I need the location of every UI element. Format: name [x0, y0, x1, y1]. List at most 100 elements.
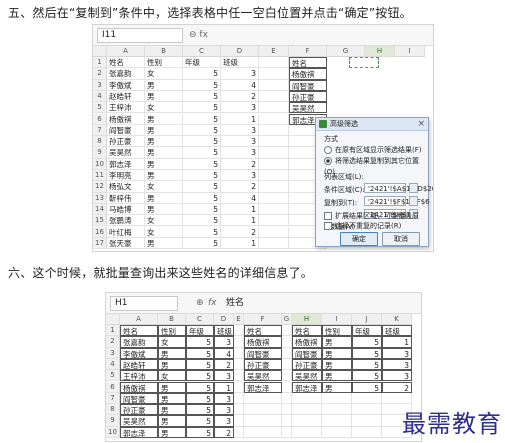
table-cell[interactable]: 性别 — [158, 325, 186, 337]
table-cell[interactable]: 5 — [352, 370, 382, 382]
table-cell[interactable] — [282, 381, 292, 393]
table-cell[interactable]: 杨傲祺 — [244, 336, 282, 348]
table-cell[interactable]: 男 — [145, 147, 183, 159]
column-header-F[interactable]: F — [244, 314, 282, 325]
table-cell[interactable]: 吴昊然 — [107, 147, 145, 159]
table-cell[interactable] — [259, 147, 289, 159]
table-cell[interactable]: 5 — [186, 392, 214, 405]
table-cell[interactable]: 1 — [221, 237, 259, 250]
column-header-K[interactable]: K — [382, 314, 412, 325]
table-cell[interactable] — [234, 381, 244, 393]
table-cell[interactable] — [234, 404, 244, 416]
table-cell[interactable]: 2 — [214, 358, 234, 371]
table-cell[interactable]: 孙正豪 — [107, 136, 145, 148]
row-header[interactable]: 3 — [93, 79, 107, 91]
table-cell[interactable]: 班级 — [221, 57, 259, 69]
row-header[interactable]: 5 — [93, 102, 107, 114]
table-cell[interactable]: 男 — [145, 158, 183, 170]
table-cell[interactable] — [352, 415, 382, 427]
table-cell[interactable]: 吴昊然 — [244, 370, 282, 382]
row-header[interactable]: 6 — [93, 113, 107, 125]
table-cell[interactable]: 3 — [214, 415, 234, 427]
table-cell[interactable]: 靳梓伟 — [107, 192, 145, 204]
table-cell[interactable]: 5 — [183, 226, 221, 238]
table-cell[interactable]: 5 — [186, 404, 214, 416]
table-cell[interactable]: 1 — [221, 215, 259, 227]
table-cell[interactable]: 孙正豪 — [120, 404, 158, 416]
table-cell[interactable]: 3 — [382, 370, 412, 382]
name-box[interactable]: H1 — [110, 296, 178, 311]
table-cell[interactable] — [352, 426, 382, 438]
row-header[interactable]: 16 — [93, 226, 107, 238]
table-cell[interactable]: 男 — [322, 370, 352, 382]
select-all-corner[interactable] — [106, 314, 120, 325]
table-cell[interactable]: 吴昊然 — [292, 370, 322, 382]
radio-in-place[interactable] — [324, 146, 332, 154]
table-cell[interactable] — [234, 347, 244, 359]
table-cell[interactable]: 5 — [186, 358, 214, 371]
table-cell[interactable]: 3 — [214, 392, 234, 405]
table-cell[interactable]: 女 — [145, 68, 183, 80]
table-cell[interactable] — [282, 325, 292, 337]
table-cell[interactable] — [234, 415, 244, 427]
formula-input[interactable]: 姓名 — [226, 296, 244, 310]
table-cell[interactable]: 男 — [322, 336, 352, 348]
table-cell[interactable] — [259, 68, 289, 80]
table-cell[interactable] — [322, 415, 352, 427]
table-cell[interactable] — [282, 358, 292, 371]
table-cell[interactable]: 男 — [145, 124, 183, 137]
table-cell[interactable]: 阎智豪 — [107, 124, 145, 137]
row-header[interactable]: 2 — [93, 68, 107, 80]
table-cell[interactable]: 5 — [352, 336, 382, 348]
table-cell[interactable]: 5 — [186, 381, 214, 393]
table-cell[interactable]: 郭志泽 — [120, 426, 158, 438]
table-cell[interactable]: 郭志泽 — [107, 158, 145, 170]
table-cell[interactable]: 阎智豪 — [289, 79, 327, 91]
table-cell[interactable]: 3 — [221, 170, 259, 182]
table-cell[interactable]: 男 — [145, 170, 183, 182]
table-cell[interactable]: 男 — [322, 358, 352, 371]
row-header[interactable]: 8 — [106, 404, 120, 416]
row-header[interactable]: 2 — [106, 336, 120, 348]
row-header[interactable]: 12 — [93, 181, 107, 193]
table-cell[interactable]: 3 — [214, 336, 234, 348]
table-cell[interactable]: 李傲斌 — [107, 79, 145, 91]
column-header-J[interactable]: J — [352, 314, 382, 325]
table-cell[interactable] — [244, 415, 282, 427]
table-cell[interactable]: 女 — [158, 370, 186, 382]
name-box[interactable]: I11 — [97, 28, 183, 43]
table-cell[interactable] — [282, 404, 292, 416]
table-cell[interactable] — [259, 192, 289, 204]
column-header-E[interactable]: E — [259, 46, 289, 57]
table-cell[interactable]: 2 — [221, 90, 259, 103]
column-header-F[interactable]: F — [289, 46, 327, 57]
table-cell[interactable]: 男 — [158, 358, 186, 371]
table-cell[interactable] — [322, 426, 352, 438]
table-cell[interactable]: 2 — [382, 381, 412, 393]
row-header[interactable]: 1 — [106, 325, 120, 337]
table-cell[interactable]: 1 — [214, 381, 234, 393]
column-header-H[interactable]: H — [365, 46, 395, 57]
table-cell[interactable] — [292, 415, 322, 427]
table-cell[interactable]: 5 — [183, 203, 221, 216]
table-cell[interactable]: 5 — [183, 113, 221, 125]
close-icon[interactable]: × — [417, 118, 425, 130]
table-cell[interactable]: 姓名 — [120, 325, 158, 337]
table-cell[interactable]: 5 — [183, 181, 221, 193]
table-cell[interactable]: 5 — [183, 237, 221, 250]
table-cell[interactable] — [259, 170, 289, 182]
table-cell[interactable]: 班级 — [382, 325, 412, 337]
extend-results-checkbox[interactable] — [324, 212, 332, 220]
column-header-D[interactable]: D — [214, 314, 234, 325]
column-header-I[interactable]: I — [322, 314, 352, 325]
table-cell[interactable] — [259, 113, 289, 125]
table-cell[interactable]: 王梓沛 — [107, 102, 145, 114]
column-header-A[interactable]: A — [107, 46, 145, 57]
table-cell[interactable]: 阎智豪 — [120, 392, 158, 405]
table-cell[interactable] — [259, 124, 289, 137]
table-cell[interactable] — [259, 136, 289, 148]
table-cell[interactable]: 郭志泽 — [292, 381, 322, 393]
table-cell[interactable]: 3 — [214, 404, 234, 416]
table-cell[interactable] — [259, 79, 289, 91]
table-cell[interactable]: 女 — [145, 102, 183, 114]
